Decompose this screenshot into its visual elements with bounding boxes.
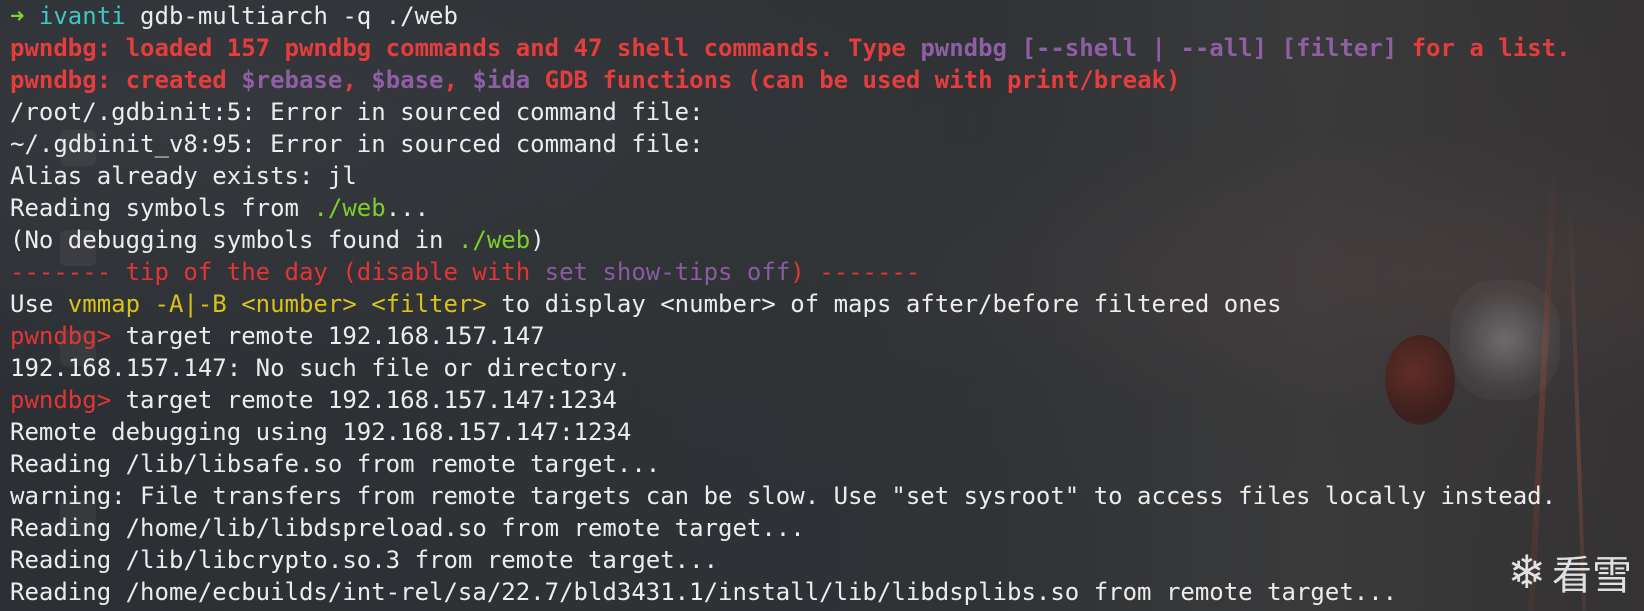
terminal-line: pwndbg: created $rebase, $base, $ida GDB… [10, 64, 1571, 96]
terminal-text-segment: pwndbg: [10, 66, 126, 94]
terminal-line: ------- tip of the day (disable with set… [10, 256, 1571, 288]
terminal-line: (No debugging symbols found in ./web) [10, 224, 1571, 256]
terminal-text-segment: loaded 157 pwndbg commands and 47 shell … [125, 34, 921, 62]
terminal-text-segment: Reading /home/lib/libdspreload.so from r… [10, 514, 805, 542]
terminal-text-segment: pwndbg: [10, 34, 126, 62]
terminal-text-segment: target remote 192.168.157.147 [111, 322, 545, 350]
terminal-text-segment: $ida [472, 66, 531, 94]
terminal-text-segment: target remote 192.168.157.147:1234 [111, 386, 617, 414]
terminal-text-segment: for a list. [1397, 34, 1571, 62]
terminal-output: ➜ ivanti gdb-multiarch -q ./web pwndbg: l… [10, 0, 1571, 608]
terminal-text-segment: ➜ [10, 2, 39, 30]
terminal-line: pwndbg> target remote 192.168.157.147:12… [10, 384, 1571, 416]
terminal-line: /root/.gdbinit:5: Error in sourced comma… [10, 96, 1571, 128]
terminal-text-segment: $rebase [241, 66, 343, 94]
terminal-text-segment: /root/.gdbinit:5: Error in sourced comma… [10, 98, 704, 126]
terminal-text-segment: Use [10, 290, 68, 318]
terminal-text-segment: (No debugging symbols found in [10, 226, 458, 254]
terminal-line: Use vmmap -A|-B <number> <filter> to dis… [10, 288, 1571, 320]
snowflake-icon: ❄ [1507, 545, 1546, 599]
terminal-line: pwndbg> target remote 192.168.157.147 [10, 320, 1571, 352]
terminal-line: Reading /lib/libcrypto.so.3 from remote … [10, 544, 1571, 576]
terminal-text-segment: , [342, 66, 372, 94]
terminal-text-segment: ) ------- [790, 258, 921, 286]
terminal-text-segment: Remote debugging using 192.168.157.147:1… [10, 418, 632, 446]
terminal-line: Reading symbols from ./web... [10, 192, 1571, 224]
terminal-text-segment: ivanti [38, 2, 126, 30]
terminal-line: ~/.gdbinit_v8:95: Error in sourced comma… [10, 128, 1571, 160]
terminal-text-segment: created [125, 66, 242, 94]
watermark-text: 看雪 [1552, 553, 1632, 599]
terminal-text-segment: ~/.gdbinit_v8:95: Error in sourced comma… [10, 130, 704, 158]
terminal-text-segment: Reading /home/ecbuilds/int-rel/sa/22.7/b… [10, 578, 1398, 606]
terminal-text-segment: pwndbg [--shell | --all] [filter] [920, 34, 1398, 62]
terminal-text-segment: gdb-multiarch -q ./web [125, 2, 458, 30]
terminal-line: pwndbg: loaded 157 pwndbg commands and 4… [10, 32, 1571, 64]
terminal-window[interactable]: ➜ ivanti gdb-multiarch -q ./web pwndbg: l… [0, 0, 1644, 611]
terminal-text-segment: , [443, 66, 473, 94]
terminal-text-segment: ./web [313, 194, 386, 222]
terminal-text-segment: Reading symbols from [10, 194, 314, 222]
terminal-text-segment: Alias already exists: jl [10, 162, 357, 190]
terminal-text-segment: pwndbg> [10, 386, 112, 414]
terminal-text-segment: to display <number> of maps after/before… [486, 290, 1282, 318]
terminal-text-segment: ------- tip of the day (disable with [10, 258, 545, 286]
terminal-text-segment: ) [530, 226, 545, 254]
terminal-text-segment: vmmap -A|-B <number> <filter> [67, 290, 487, 318]
terminal-text-segment: $base [371, 66, 444, 94]
terminal-text-segment: 192.168.157.147: No such file or directo… [10, 354, 632, 382]
terminal-line: Remote debugging using 192.168.157.147:1… [10, 416, 1571, 448]
terminal-text-segment: pwndbg> [10, 322, 112, 350]
terminal-line: warning: File transfers from remote targ… [10, 480, 1571, 512]
terminal-text-segment: Reading /lib/libcrypto.so.3 from remote … [10, 546, 719, 574]
terminal-text-segment: ./web [457, 226, 531, 254]
terminal-text-segment: set show-tips off [544, 258, 791, 286]
terminal-line: ➜ ivanti gdb-multiarch -q ./web [10, 0, 1571, 32]
terminal-line: Reading /home/ecbuilds/int-rel/sa/22.7/b… [10, 576, 1571, 608]
terminal-text-segment: ... [385, 194, 430, 222]
terminal-text-segment: Reading /lib/libsafe.so from remote targ… [10, 450, 661, 478]
terminal-text-segment: warning: File transfers from remote targ… [10, 482, 1557, 510]
watermark: ❄ 看雪 [1507, 543, 1632, 601]
terminal-line: 192.168.157.147: No such file or directo… [10, 352, 1571, 384]
terminal-text-segment: GDB functions (can be used with print/br… [530, 66, 1181, 94]
terminal-line: Reading /home/lib/libdspreload.so from r… [10, 512, 1571, 544]
terminal-line: Alias already exists: jl [10, 160, 1571, 192]
terminal-line: Reading /lib/libsafe.so from remote targ… [10, 448, 1571, 480]
